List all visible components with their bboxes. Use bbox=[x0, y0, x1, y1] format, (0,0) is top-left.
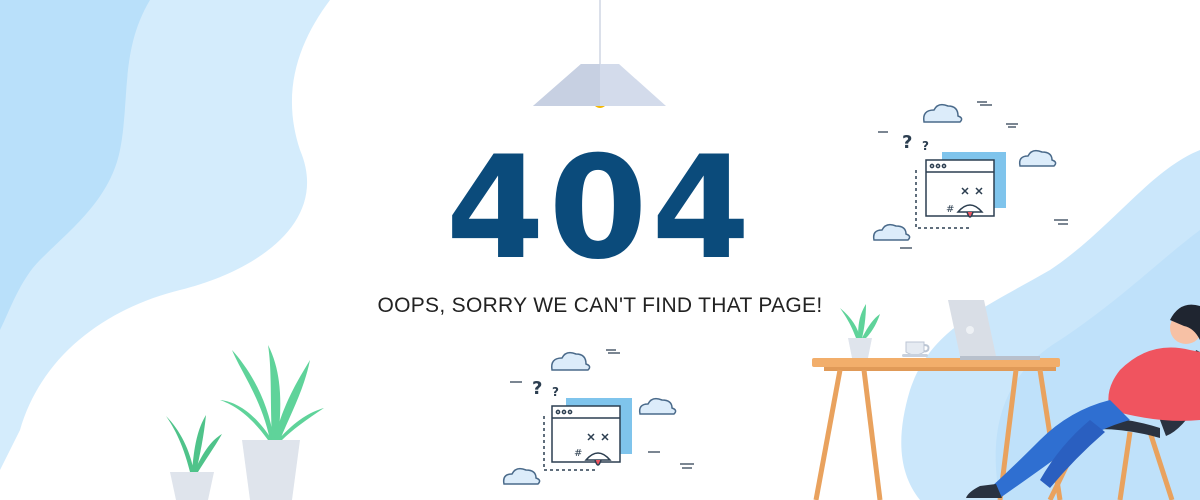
desk-scene bbox=[812, 300, 1200, 500]
plant-icon bbox=[840, 304, 880, 358]
person-figure bbox=[966, 304, 1200, 498]
coffee-cup-icon bbox=[902, 341, 930, 357]
not-found-page: 404 OOPS, SORRY WE CAN'T FIND THAT PAGE!… bbox=[0, 0, 1200, 500]
laptop-icon bbox=[948, 300, 1040, 360]
